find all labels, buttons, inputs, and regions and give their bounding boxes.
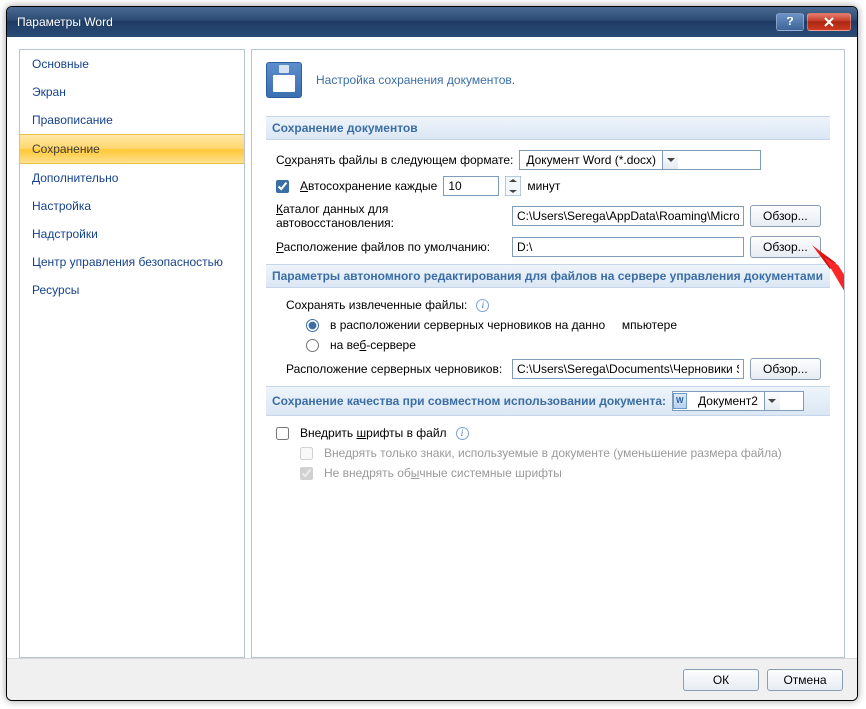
- save-icon: [266, 62, 302, 98]
- nav-trust-center[interactable]: Центр управления безопасностью: [20, 248, 244, 276]
- document-icon: [673, 393, 687, 409]
- help-button[interactable]: ?: [776, 13, 804, 31]
- nav-customize[interactable]: Настройка: [20, 192, 244, 220]
- location-local-radio[interactable]: [306, 319, 319, 332]
- titlebar[interactable]: Параметры Word ?: [7, 7, 857, 37]
- embed-used-only-checkbox: [300, 447, 313, 460]
- nav-advanced[interactable]: Дополнительно: [20, 164, 244, 192]
- window-title: Параметры Word: [13, 15, 773, 29]
- browse-autorecover-button[interactable]: Обзор...: [750, 205, 821, 227]
- location-web-label: на веб-сервере: [330, 338, 416, 352]
- dialog-window: Параметры Word ? Основные Экран Правопис…: [6, 6, 858, 701]
- autorecover-path-input[interactable]: [512, 206, 744, 226]
- browse-drafts-button[interactable]: Обзор...: [750, 358, 821, 380]
- autosave-checkbox[interactable]: [276, 180, 289, 193]
- keep-checkedout-label: Сохранять извлеченные файлы:: [286, 298, 467, 312]
- nav-save[interactable]: Сохранение: [20, 134, 244, 164]
- server-drafts-label: Расположение серверных черновиков:: [286, 362, 506, 376]
- chevron-down-icon: [764, 392, 780, 410]
- embed-fonts-label: Внедрить шрифты в файл: [300, 426, 447, 440]
- section-preserve-fidelity: Сохранение качества при совместном испол…: [266, 386, 830, 416]
- skip-system-fonts-label: Не внедрять обычные системные шрифты: [324, 466, 562, 480]
- section-save-documents: Сохранение документов: [266, 116, 830, 140]
- svg-text:?: ?: [786, 17, 793, 27]
- nav-general[interactable]: Основные: [20, 50, 244, 78]
- autorecover-path-label: Каталог данных для автовосстановления:: [276, 202, 506, 230]
- dialog-footer: ОК Отмена: [7, 658, 857, 700]
- category-sidebar: Основные Экран Правописание Сохранение Д…: [19, 49, 245, 658]
- nav-proofing[interactable]: Правописание: [20, 106, 244, 134]
- nav-display[interactable]: Экран: [20, 78, 244, 106]
- page-title: Настройка сохранения документов.: [316, 73, 515, 87]
- ok-button[interactable]: ОК: [683, 669, 759, 691]
- nav-addins[interactable]: Надстройки: [20, 220, 244, 248]
- autosave-interval-input[interactable]: [443, 176, 499, 196]
- autosave-label: Автосохранение каждые: [300, 179, 437, 193]
- autosave-unit: минут: [527, 179, 560, 193]
- save-format-select[interactable]: Документ Word (*.docx): [519, 150, 761, 170]
- embed-fonts-checkbox[interactable]: [276, 427, 289, 440]
- close-button[interactable]: [807, 13, 851, 31]
- nav-resources[interactable]: Ресурсы: [20, 276, 244, 304]
- browse-default-button[interactable]: Обзор...: [750, 236, 821, 258]
- save-format-label: Сохранять файлы в следующем формате:: [276, 153, 513, 167]
- default-path-input[interactable]: [512, 237, 744, 257]
- fidelity-document-select[interactable]: Документ2: [672, 391, 804, 411]
- section-offline-editing: Параметры автономного редактирования для…: [266, 264, 830, 288]
- chevron-down-icon: [662, 151, 678, 169]
- settings-panel: Настройка сохранения документов. Сохране…: [251, 49, 845, 658]
- embed-used-only-label: Внедрять только знаки, используемые в до…: [324, 446, 782, 460]
- cancel-button[interactable]: Отмена: [767, 669, 843, 691]
- location-local-label: в расположении серверных черновиков на д…: [330, 318, 677, 332]
- info-icon[interactable]: i: [476, 299, 489, 312]
- server-drafts-input[interactable]: [512, 359, 744, 379]
- default-path-label: Расположение файлов по умолчанию:: [276, 240, 506, 254]
- skip-system-fonts-checkbox: [300, 467, 313, 480]
- info-icon[interactable]: i: [456, 427, 469, 440]
- spinner-icon[interactable]: [505, 176, 521, 196]
- location-web-radio[interactable]: [306, 339, 319, 352]
